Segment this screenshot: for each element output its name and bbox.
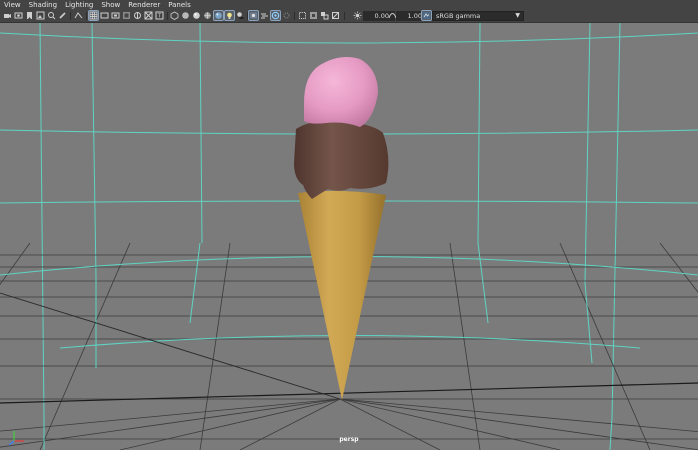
viewport-canvas[interactable] [0, 23, 698, 450]
select-camera-icon[interactable] [3, 11, 12, 20]
toolbar-separator [167, 12, 168, 20]
chocolate-scoop [294, 120, 389, 199]
bookmarks-icon[interactable] [25, 11, 34, 20]
ice-cream-cone[interactable] [294, 57, 389, 400]
depth-of-field-icon[interactable] [282, 11, 291, 20]
view-transform-icon[interactable] [421, 10, 432, 21]
exposure-icon[interactable] [353, 11, 362, 20]
menu-renderer[interactable]: Renderer [124, 0, 164, 10]
image-plane-icon[interactable] [36, 11, 45, 20]
use-all-lights-icon[interactable] [224, 10, 235, 21]
toolbar-separator [344, 12, 345, 20]
wireframe-on-shaded-icon[interactable] [203, 11, 212, 20]
textured-icon[interactable] [213, 10, 224, 21]
film-gate-icon[interactable] [100, 11, 109, 20]
grease-pencil-icon[interactable] [58, 11, 67, 20]
default-material-icon[interactable] [192, 11, 201, 20]
color-space-label: sRGB gamma [436, 12, 481, 20]
field-chart-icon[interactable] [133, 11, 142, 20]
motion-blur-icon[interactable] [260, 11, 269, 20]
smooth-shade-icon[interactable] [181, 11, 190, 20]
safe-action-icon[interactable] [144, 11, 153, 20]
camera-attributes-icon[interactable] [14, 11, 23, 20]
wireframe-icon[interactable] [170, 11, 179, 20]
toolbar-separator [70, 12, 71, 20]
ground-axis-line [0, 292, 341, 400]
maya-viewport-window: View Shading Lighting Show Renderer Panels T [0, 0, 698, 450]
menu-shading[interactable]: Shading [25, 0, 61, 10]
toolbar-separator [86, 12, 87, 20]
xray-joints-icon[interactable] [331, 11, 340, 20]
strawberry-scoop [304, 57, 378, 127]
cone-body [298, 190, 386, 400]
shadows-icon[interactable] [236, 11, 245, 20]
menu-lighting[interactable]: Lighting [61, 0, 97, 10]
xray-active-components-icon[interactable] [320, 11, 329, 20]
panel-toolbar: T 0.00 1.00 sRGB gamma ▼ [0, 10, 698, 23]
isolate-select-icon[interactable] [298, 11, 307, 20]
anti-aliasing-icon[interactable] [270, 10, 281, 21]
gate-mask-icon[interactable] [122, 11, 131, 20]
menu-show[interactable]: Show [97, 0, 124, 10]
camera-name-label: persp [339, 436, 359, 443]
grid-icon[interactable] [88, 10, 99, 21]
pan-zoom-icon[interactable] [74, 11, 83, 20]
resolution-gate-icon[interactable] [111, 11, 120, 20]
twod-pan-zoom-icon[interactable] [47, 11, 56, 20]
panel-menu-bar: View Shading Lighting Show Renderer Panels [0, 0, 698, 10]
chevron-down-icon: ▼ [515, 12, 520, 19]
screen-space-ao-icon[interactable] [248, 10, 259, 21]
toolbar-separator [247, 12, 248, 20]
xray-icon[interactable] [309, 11, 318, 20]
color-space-dropdown[interactable]: sRGB gamma ▼ [432, 11, 524, 21]
menu-panels[interactable]: Panels [164, 0, 195, 10]
safe-title-icon[interactable]: T [155, 11, 164, 20]
toolbar-separator [294, 12, 295, 20]
perspective-viewport[interactable]: persp [0, 23, 698, 450]
menu-view[interactable]: View [0, 0, 25, 10]
